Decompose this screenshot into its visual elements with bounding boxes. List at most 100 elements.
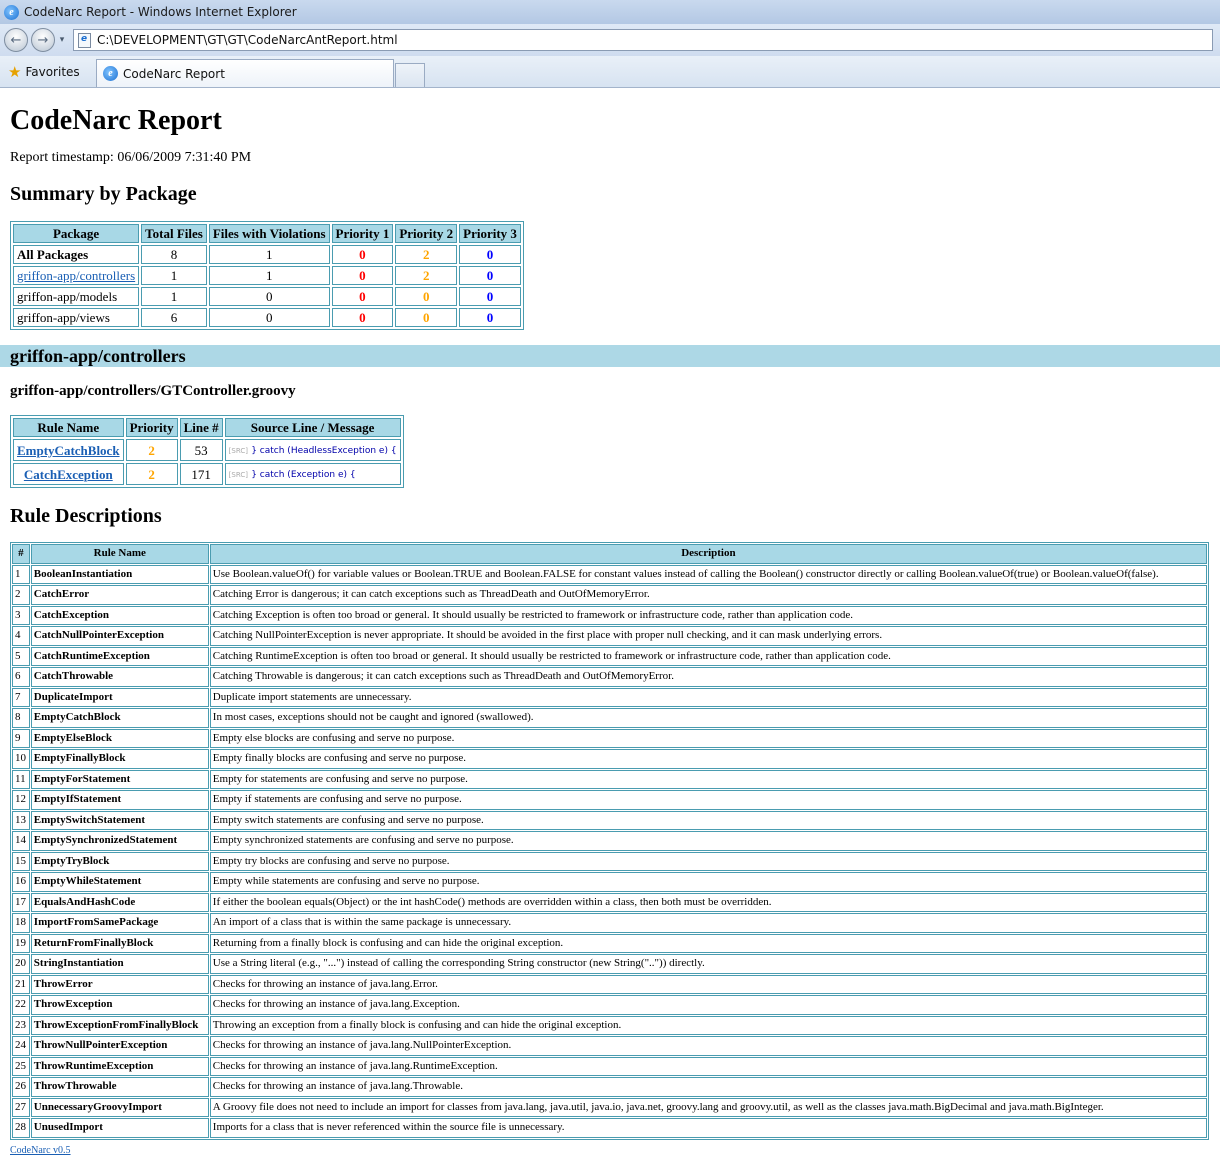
- favorites-button[interactable]: ★ Favorites: [0, 57, 96, 87]
- violation-col-header: Source Line / Message: [224, 418, 401, 437]
- rule-name-cell: CatchError: [30, 585, 209, 605]
- rule-description-cell: Empty else blocks are confusing and serv…: [209, 728, 1207, 748]
- summary-value-cell: 0: [395, 308, 458, 327]
- rule-description-cell: Catching Exception is often too broad or…: [209, 605, 1207, 625]
- rule-name-cell: CatchThrowable: [30, 667, 209, 687]
- rule-number-cell: 19: [12, 933, 30, 953]
- package-header: griffon-app/controllers: [0, 345, 1220, 367]
- rule-row: 23 ThrowExceptionFromFinallyBlock Throwing…: [12, 1015, 1207, 1035]
- summary-value-cell: 0: [208, 308, 330, 327]
- favorites-label: Favorites: [25, 65, 80, 79]
- rule-description-cell: In most cases, exceptions should not be …: [209, 708, 1207, 728]
- star-icon: ★: [8, 63, 22, 81]
- window-title: CodeNarc Report - Windows Internet Explo…: [24, 5, 297, 19]
- rule-name-cell[interactable]: CatchException: [13, 463, 124, 485]
- rule-row: 24 ThrowNullPointerException Checks for th…: [12, 1036, 1207, 1056]
- new-tab-button[interactable]: [395, 63, 425, 87]
- summary-row: griffon-app/controllers 1 1 0 2 0: [13, 266, 521, 285]
- package-name-cell: All Packages: [13, 245, 140, 264]
- source-line-cell: [SRC] } catch (Exception e) {: [224, 463, 401, 485]
- rule-row: 14 EmptySynchronizedStatement Empty synchr…: [12, 831, 1207, 851]
- summary-value-cell: 0: [331, 308, 394, 327]
- summary-value-cell: 0: [459, 245, 521, 264]
- summary-title: Summary by Package: [10, 183, 197, 205]
- rule-description-cell: Use a String literal (e.g., "...") inste…: [209, 954, 1207, 974]
- rule-description-cell: An import of a class that is within the …: [209, 913, 1207, 933]
- rule-name-cell: ThrowRuntimeException: [30, 1056, 209, 1076]
- rule-name-cell: BooleanInstantiation: [30, 564, 209, 584]
- rule-number-cell: 5: [12, 646, 30, 666]
- rule-name-cell: EmptySwitchStatement: [30, 810, 209, 830]
- back-button[interactable]: ←: [4, 28, 28, 52]
- rule-row: 27 UnnecessaryGroovyImport A Groovy file d…: [12, 1097, 1207, 1117]
- src-tag: [SRC]: [228, 471, 248, 479]
- rule-row: 13 EmptySwitchStatement Empty switch state…: [12, 810, 1207, 830]
- rule-row: 12 EmptyIfStatement Empty if statements ar…: [12, 790, 1207, 810]
- rule-number-cell: 17: [12, 892, 30, 912]
- src-tag: [SRC]: [228, 447, 248, 455]
- rule-row: 6 CatchThrowable Catching Throwable is dan…: [12, 667, 1207, 687]
- summary-col-header: Total Files: [141, 224, 207, 243]
- rule-row: 1 BooleanInstantiation Use Boolean.valueOf…: [12, 564, 1207, 584]
- rule-number-cell: 20: [12, 954, 30, 974]
- summary-value-cell: 2: [395, 266, 458, 285]
- rule-description-cell: Checks for throwing an instance of java.…: [209, 1036, 1207, 1056]
- rule-description-cell: Empty synchronized statements are confus…: [209, 831, 1207, 851]
- report-content: CodeNarc Report Report timestamp: 06/06/…: [0, 88, 1220, 1156]
- package-name-cell[interactable]: griffon-app/controllers: [13, 266, 140, 285]
- rule-name-cell: CatchNullPointerException: [30, 626, 209, 646]
- rule-name-cell: EmptyForStatement: [30, 769, 209, 789]
- summary-col-header: Priority 2: [395, 224, 458, 243]
- forward-button[interactable]: →: [31, 28, 55, 52]
- rule-row: 17 EqualsAndHashCode If either the boolean…: [12, 892, 1207, 912]
- rule-number-cell: 9: [12, 728, 30, 748]
- rule-row: 7 DuplicateImport Duplicate import stateme…: [12, 687, 1207, 707]
- address-bar[interactable]: C:\DEVELOPMENT\GT\GT\CodeNarcAntReport.h…: [73, 29, 1213, 51]
- rule-name-cell: StringInstantiation: [30, 954, 209, 974]
- file-title: griffon-app/controllers/GTController.gro…: [10, 383, 296, 399]
- rule-row: 2 CatchError Catching Error is dangerous; …: [12, 585, 1207, 605]
- rule-name-cell: ThrowNullPointerException: [30, 1036, 209, 1056]
- rule-link[interactable]: CatchException: [24, 467, 113, 482]
- violation-col-header: Rule Name: [13, 418, 124, 437]
- summary-value-cell: 0: [459, 308, 521, 327]
- summary-table: Package Total Files Files with Violations P…: [10, 221, 524, 330]
- rule-row: 8 EmptyCatchBlock In most cases, exception…: [12, 708, 1207, 728]
- rule-name-cell: ThrowThrowable: [30, 1077, 209, 1097]
- rule-description-cell: Empty try blocks are confusing and serve…: [209, 851, 1207, 871]
- summary-value-cell: 0: [395, 287, 458, 306]
- summary-value-cell: 2: [395, 245, 458, 264]
- rule-number-cell: 7: [12, 687, 30, 707]
- rule-row: 4 CatchNullPointerException Catching NullP…: [12, 626, 1207, 646]
- history-dropdown-button[interactable]: ▾: [55, 35, 69, 45]
- rule-description-cell: Empty switch statements are confusing an…: [209, 810, 1207, 830]
- summary-value-cell: 0: [459, 266, 521, 285]
- rule-description-cell: A Groovy file does not need to include a…: [209, 1097, 1207, 1117]
- rule-number-cell: 11: [12, 769, 30, 789]
- tab-codenarc-report[interactable]: e CodeNarc Report: [96, 59, 394, 87]
- rule-descriptions-title: Rule Descriptions: [10, 505, 162, 527]
- rule-row: 3 CatchException Catching Exception is oft…: [12, 605, 1207, 625]
- rule-description-cell: Returning from a finally block is confus…: [209, 933, 1207, 953]
- rule-description-cell: If either the boolean equals(Object) or …: [209, 892, 1207, 912]
- back-arrow-icon: ←: [10, 32, 22, 48]
- package-link[interactable]: griffon-app/controllers: [17, 268, 135, 283]
- rule-number-cell: 23: [12, 1015, 30, 1035]
- rule-description-cell: Catching RuntimeException is often too b…: [209, 646, 1207, 666]
- rule-number-cell: 2: [12, 585, 30, 605]
- codenarc-version-link[interactable]: CodeNarc v0.5: [10, 1145, 71, 1156]
- rule-number-cell: 13: [12, 810, 30, 830]
- rule-name-cell: EmptyElseBlock: [30, 728, 209, 748]
- rule-number-cell: 4: [12, 626, 30, 646]
- favorites-bar: ★ Favorites e CodeNarc Report: [0, 56, 1220, 88]
- rule-name-cell: EmptyTryBlock: [30, 851, 209, 871]
- violation-col-header: Priority: [125, 418, 178, 437]
- rule-description-cell: Duplicate import statements are unnecess…: [209, 687, 1207, 707]
- rule-link[interactable]: EmptyCatchBlock: [17, 443, 120, 458]
- rule-name-cell: EmptyFinallyBlock: [30, 749, 209, 769]
- rule-number-cell: 1: [12, 564, 30, 584]
- rule-name-cell[interactable]: EmptyCatchBlock: [13, 439, 124, 461]
- violation-row: EmptyCatchBlock 2 53 [SRC] } catch (Headles…: [13, 439, 401, 461]
- summary-value-cell: 0: [331, 245, 394, 264]
- rule-description-cell: Catching Error is dangerous; it can catc…: [209, 585, 1207, 605]
